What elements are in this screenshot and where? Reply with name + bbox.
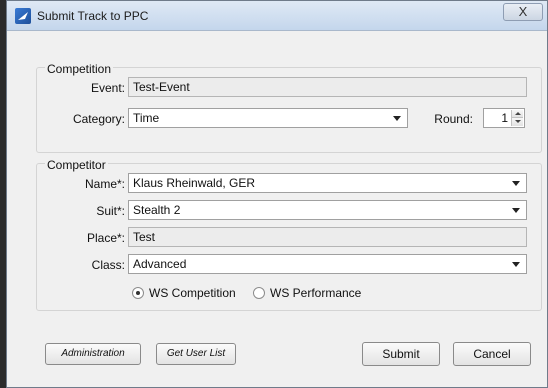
- event-label: Event:: [90, 81, 125, 95]
- suit-value: Stealth 2: [133, 203, 181, 217]
- category-label: Category:: [72, 112, 125, 126]
- competitor-group-title: Competitor: [45, 158, 108, 172]
- name-value: Klaus Rheinwald, GER: [133, 176, 256, 190]
- arrow-up-icon: [515, 112, 521, 115]
- chevron-down-icon: [393, 116, 401, 121]
- name-label: Name*:: [84, 177, 125, 191]
- window-title: Submit Track to PPC: [37, 9, 149, 23]
- round-spinner[interactable]: 1: [483, 108, 525, 128]
- place-field[interactable]: Test: [128, 227, 527, 247]
- spinner-buttons: [511, 110, 523, 126]
- administration-button[interactable]: Administration: [45, 343, 141, 365]
- chevron-down-icon: [512, 208, 520, 213]
- close-button[interactable]: X: [503, 3, 543, 21]
- competition-group-title: Competition: [45, 62, 114, 76]
- ws-performance-option[interactable]: WS Performance: [253, 286, 363, 301]
- event-field[interactable]: Test-Event: [128, 77, 527, 97]
- class-value: Advanced: [133, 257, 187, 271]
- get-user-list-button[interactable]: Get User List: [156, 343, 236, 365]
- chevron-down-icon: [512, 181, 520, 186]
- class-label: Class:: [91, 258, 125, 272]
- ws-competition-label: WS Competition: [149, 286, 236, 300]
- close-icon: X: [518, 4, 528, 19]
- ws-competition-option[interactable]: WS Competition: [132, 286, 242, 301]
- place-label: Place*:: [86, 231, 125, 245]
- spinner-up-button[interactable]: [512, 110, 523, 118]
- category-select[interactable]: Time: [128, 108, 408, 128]
- category-value: Time: [133, 111, 160, 125]
- dialog-window: Submit Track to PPC X Competition Event:…: [6, 0, 548, 388]
- suit-label: Suit*:: [96, 204, 125, 218]
- suit-select[interactable]: Stealth 2: [128, 200, 527, 220]
- chevron-down-icon: [512, 262, 520, 267]
- ws-performance-label: WS Performance: [270, 286, 362, 300]
- cancel-button[interactable]: Cancel: [453, 342, 531, 366]
- arrow-down-icon: [515, 120, 521, 123]
- ws-performance-radio[interactable]: [253, 287, 265, 299]
- round-label: Round:: [434, 112, 473, 126]
- ws-competition-radio[interactable]: [132, 287, 144, 299]
- app-icon: [15, 8, 31, 24]
- name-select[interactable]: Klaus Rheinwald, GER: [128, 173, 527, 193]
- submit-button[interactable]: Submit: [362, 342, 440, 366]
- title-bar[interactable]: Submit Track to PPC X: [7, 1, 547, 31]
- class-select[interactable]: Advanced: [128, 254, 527, 274]
- spinner-down-button[interactable]: [512, 118, 523, 126]
- round-value: 1: [501, 111, 508, 125]
